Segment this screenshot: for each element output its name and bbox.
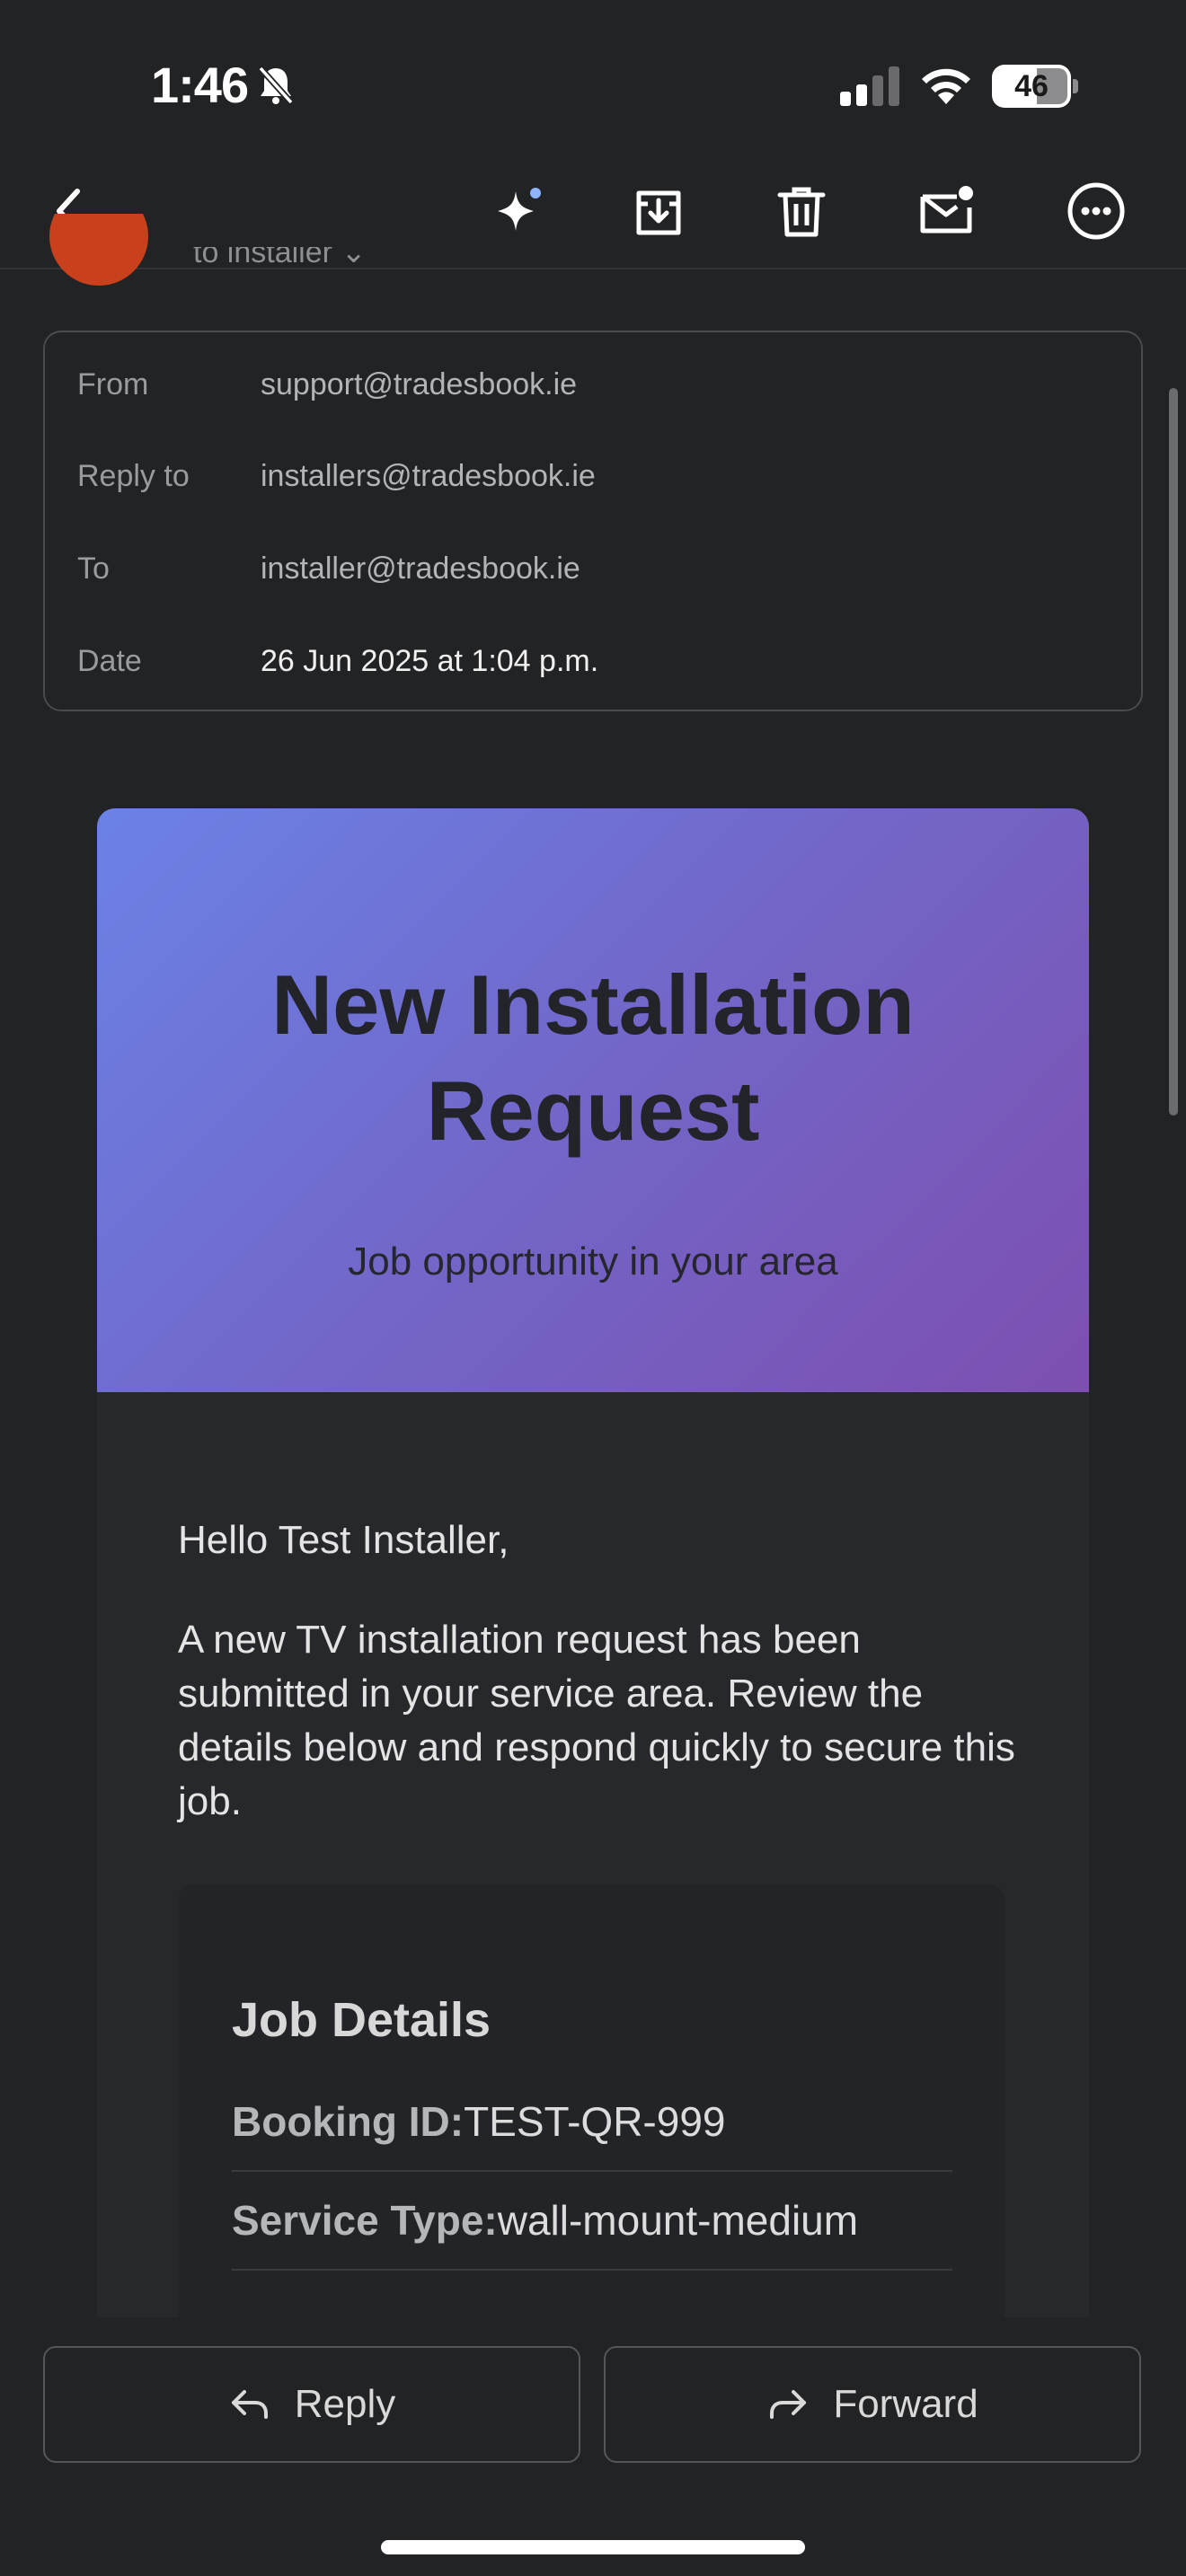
wifi-icon (922, 68, 970, 104)
battery-icon: 46 (992, 65, 1078, 108)
reply-to-label: Reply to (77, 458, 190, 493)
hero-title: New Installation Request (271, 957, 915, 1158)
more-icon (1067, 182, 1125, 240)
battery-level-text: 46 (1014, 69, 1049, 103)
ai-assist-button[interactable] (485, 175, 557, 247)
reply-label: Reply (294, 2382, 396, 2426)
intro-paragraph: A new TV installation request has been s… (178, 1618, 1015, 1823)
message-details-card: From support@tradesbook.ie Reply to inst… (43, 331, 1143, 711)
job-row-service-type: Service Type: wall-mount-medium (232, 2172, 952, 2271)
from-value[interactable]: support@tradesbook.ie (261, 367, 577, 402)
forward-button[interactable]: Forward (604, 2346, 1141, 2463)
greeting-text: Hello Test Installer, (178, 1518, 509, 1562)
reply-icon (231, 2390, 268, 2419)
home-indicator[interactable] (381, 2540, 805, 2554)
bottom-action-bar: Reply Forward (0, 2317, 1186, 2576)
sparkle-icon (498, 188, 541, 231)
date-label: Date (77, 643, 142, 678)
trash-icon (777, 187, 826, 237)
forward-label: Forward (833, 2382, 978, 2426)
reply-to-value[interactable]: installers@tradesbook.ie (261, 459, 596, 494)
status-time: 1:46 (151, 57, 249, 113)
to-row: To installer@tradesbook.ie (45, 542, 1141, 595)
date-value: 26 Jun 2025 at 1:04 p.m. (261, 643, 599, 678)
job-details-card: Job Details Booking ID: TEST-QR-999 Serv… (178, 1884, 1005, 2351)
signal-icon (840, 66, 899, 106)
job-value: TEST-QR-999 (464, 2098, 726, 2145)
job-key: Booking ID: (232, 2098, 465, 2145)
message-toolbar (0, 153, 1186, 269)
reply-to-row: Reply to installers@tradesbook.ie (45, 449, 1141, 503)
job-row-booking-id: Booking ID: TEST-QR-999 (232, 2073, 952, 2172)
email-screen: 1:46 46 to installer ⌄ From support@trad… (0, 0, 1186, 2576)
delete-button[interactable] (766, 175, 837, 247)
hero-subtitle: Job opportunity in your area (348, 1239, 838, 1284)
job-details-title: Job Details (232, 1993, 491, 2047)
to-label: To (77, 551, 110, 586)
more-button[interactable] (1060, 175, 1132, 247)
email-body: Hello Test Installer, A new TV installat… (97, 1392, 1089, 2351)
mark-unread-icon (920, 186, 973, 234)
status-bar: 1:46 46 (0, 0, 1186, 153)
reply-button[interactable]: Reply (43, 2346, 580, 2463)
job-key: Service Type: (232, 2197, 498, 2244)
from-label: From (77, 366, 149, 401)
to-value[interactable]: installer@tradesbook.ie (261, 551, 580, 587)
email-hero-banner: New Installation Request Job opportunity… (97, 808, 1089, 1392)
sender-avatar (49, 214, 148, 287)
scrollbar-thumb[interactable] (1169, 388, 1178, 1116)
bell-off-icon (258, 66, 294, 105)
forward-icon (770, 2390, 807, 2419)
job-value: wall-mount-medium (497, 2197, 859, 2244)
date-row: Date 26 Jun 2025 at 1:04 p.m. (45, 634, 1141, 688)
recipient-summary[interactable]: to installer ⌄ (193, 247, 367, 281)
archive-icon (636, 190, 681, 235)
from-row: From support@tradesbook.ie (45, 357, 1141, 411)
archive-button[interactable] (623, 175, 695, 247)
mark-unread-button[interactable] (910, 175, 982, 247)
